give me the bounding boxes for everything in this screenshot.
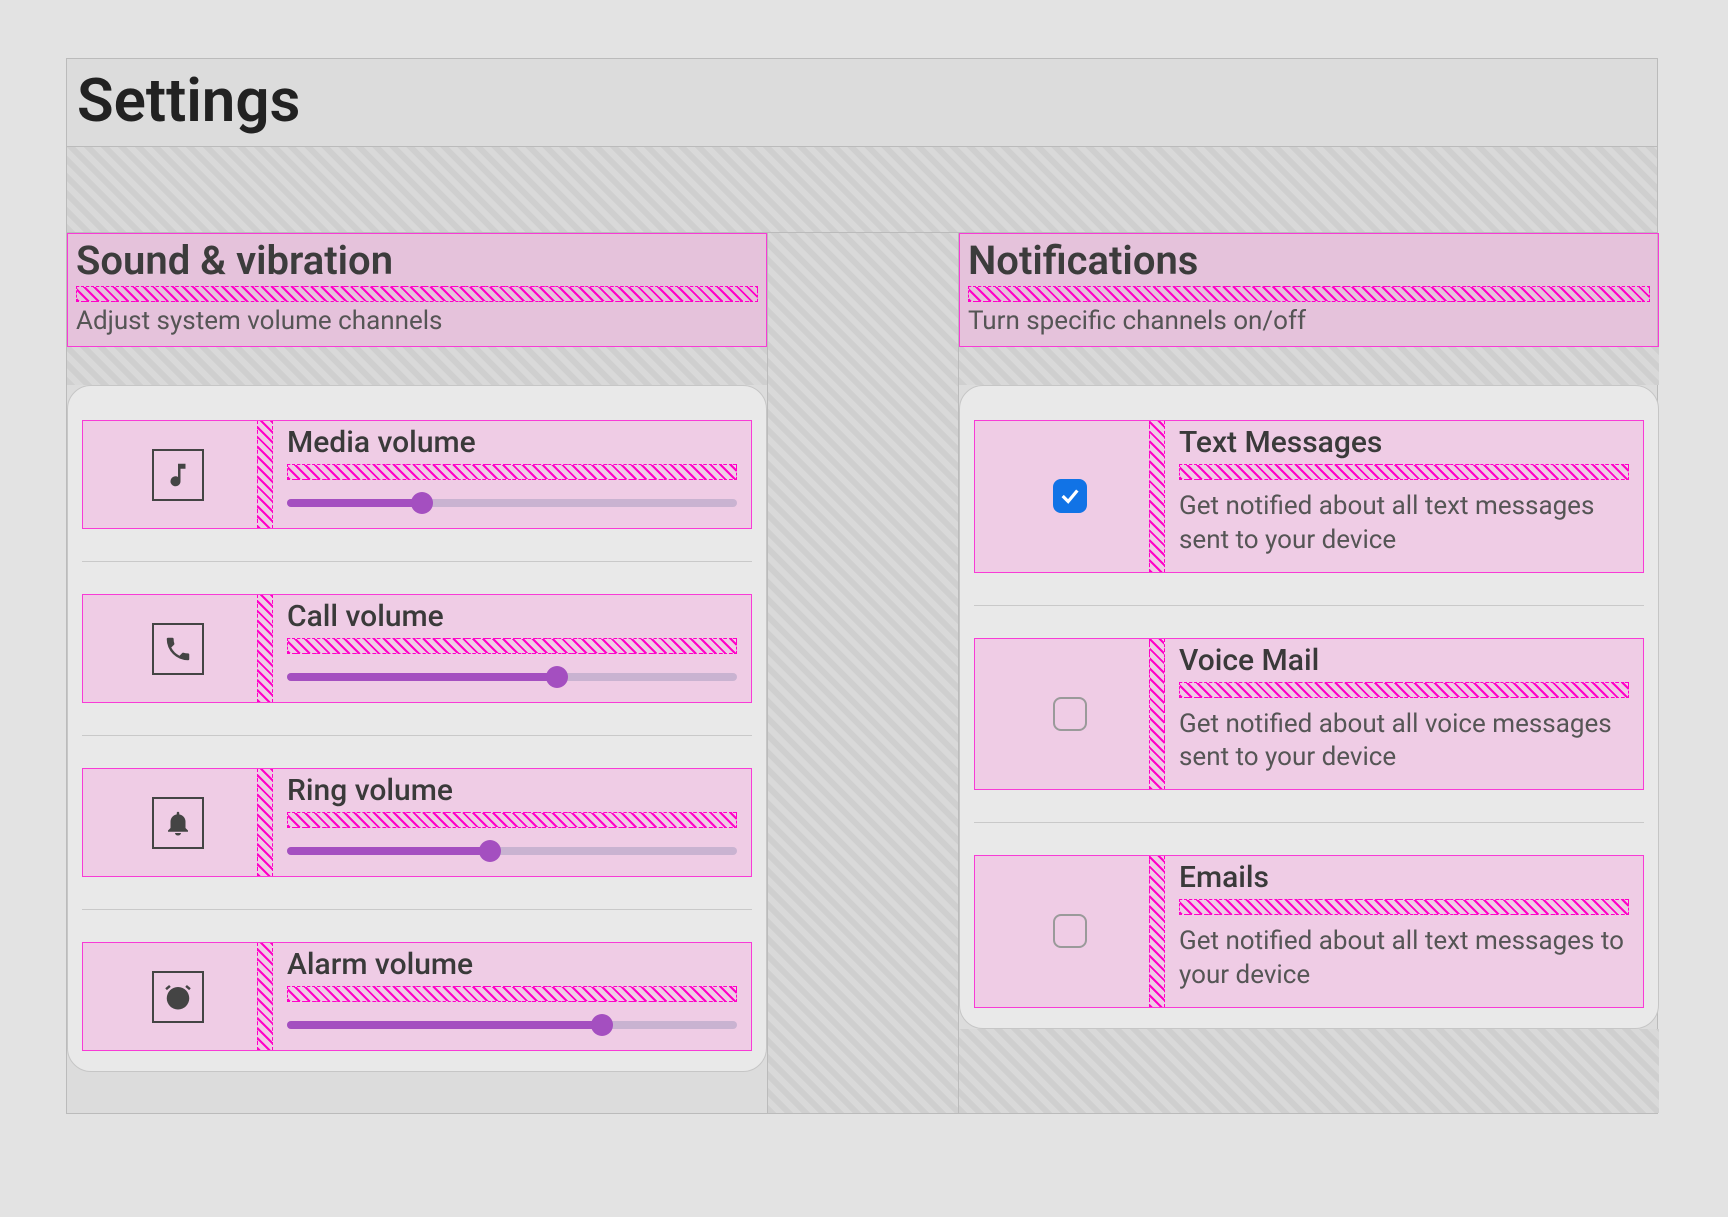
icon-cell (83, 769, 273, 876)
call-volume-slider[interactable] (287, 666, 737, 688)
layout-gap (287, 638, 737, 654)
settings-columns: Sound & vibration Adjust system volume c… (67, 233, 1657, 1113)
volume-label: Call volume (287, 599, 737, 634)
notifications-section-subtitle: Turn specific channels on/off (968, 306, 1650, 336)
layout-gap (1179, 682, 1629, 698)
volume-label: Alarm volume (287, 947, 737, 982)
ring-volume-slider[interactable] (287, 840, 737, 862)
row-divider (82, 909, 752, 910)
sound-column: Sound & vibration Adjust system volume c… (67, 233, 767, 1072)
notification-row-emails: Emails Get notified about all text messa… (974, 855, 1644, 1008)
layout-gap (968, 286, 1650, 302)
volume-content: Ring volume (273, 769, 751, 876)
layout-gap (287, 464, 737, 480)
notification-label: Emails (1179, 860, 1629, 895)
notification-label: Text Messages (1179, 425, 1629, 460)
volume-content: Call volume (273, 595, 751, 702)
checkbox-cell (975, 856, 1165, 1007)
notifications-card: Text Messages Get notified about all tex… (959, 385, 1659, 1029)
sound-card: Media volume (67, 385, 767, 1072)
notification-description: Get notified about all text messages sen… (1179, 490, 1629, 558)
layout-gap (67, 347, 767, 385)
volume-row-media: Media volume (82, 420, 752, 529)
row-divider (974, 822, 1644, 823)
sound-section-title: Sound & vibration (76, 238, 758, 284)
icon-cell (83, 421, 273, 528)
page-title-row: Settings (67, 59, 1657, 147)
checkbox-cell (975, 421, 1165, 572)
page-title: Settings (77, 65, 1647, 136)
layout-gap (1179, 899, 1629, 915)
column-gutter (767, 233, 959, 1113)
notification-label: Voice Mail (1179, 643, 1629, 678)
icon-cell (83, 943, 273, 1050)
layout-gap (959, 347, 1659, 385)
layout-gap (959, 1029, 1659, 1113)
notifications-section-title: Notifications (968, 238, 1650, 284)
emails-checkbox[interactable] (1053, 914, 1087, 948)
phone-icon (152, 623, 204, 675)
notification-content: Emails Get notified about all text messa… (1165, 856, 1643, 1007)
layout-gap (67, 147, 1657, 233)
notification-content: Text Messages Get notified about all tex… (1165, 421, 1643, 572)
sound-section-subtitle: Adjust system volume channels (76, 306, 758, 336)
volume-row-call: Call volume (82, 594, 752, 703)
notification-row-voice-mail: Voice Mail Get notified about all voice … (974, 638, 1644, 791)
row-divider (82, 561, 752, 562)
settings-panel: Settings Sound & vibration Adjust system… (66, 58, 1658, 1114)
notifications-column: Notifications Turn specific channels on/… (959, 233, 1659, 1113)
volume-label: Ring volume (287, 773, 737, 808)
layout-gap (287, 812, 737, 828)
music-note-icon (152, 449, 204, 501)
checkbox-cell (975, 639, 1165, 790)
volume-row-alarm: Alarm volume (82, 942, 752, 1051)
notification-description: Get notified about all text messages to … (1179, 925, 1629, 993)
volume-label: Media volume (287, 425, 737, 460)
alarm-volume-slider[interactable] (287, 1014, 737, 1036)
notification-content: Voice Mail Get notified about all voice … (1165, 639, 1643, 790)
layout-gap (1179, 464, 1629, 480)
notification-row-text-messages: Text Messages Get notified about all tex… (974, 420, 1644, 573)
bell-icon (152, 797, 204, 849)
layout-gap (287, 986, 737, 1002)
sound-section-header: Sound & vibration Adjust system volume c… (67, 233, 767, 347)
volume-content: Media volume (273, 421, 751, 528)
volume-row-ring: Ring volume (82, 768, 752, 877)
volume-content: Alarm volume (273, 943, 751, 1050)
row-divider (974, 605, 1644, 606)
notifications-section-header: Notifications Turn specific channels on/… (959, 233, 1659, 347)
layout-gap (76, 286, 758, 302)
icon-cell (83, 595, 273, 702)
row-divider (82, 735, 752, 736)
alarm-icon (152, 971, 204, 1023)
media-volume-slider[interactable] (287, 492, 737, 514)
notification-description: Get notified about all voice messages se… (1179, 708, 1629, 776)
text-messages-checkbox[interactable] (1053, 479, 1087, 513)
voice-mail-checkbox[interactable] (1053, 697, 1087, 731)
